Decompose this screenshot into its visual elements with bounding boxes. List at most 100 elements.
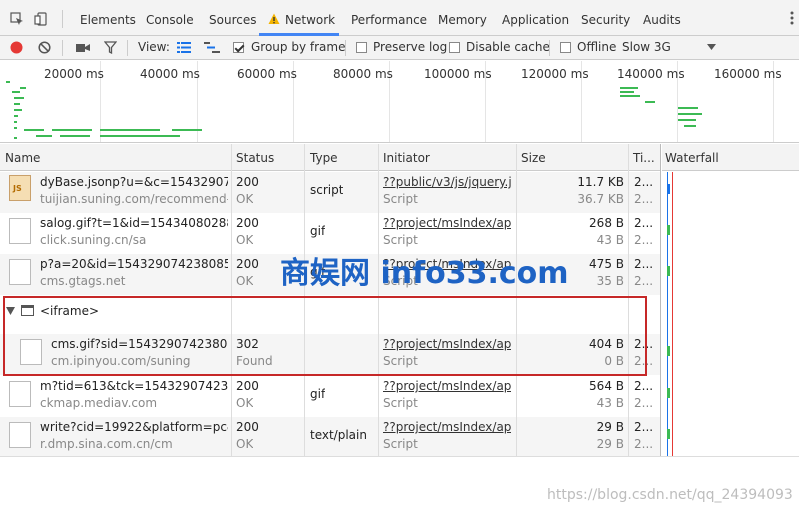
tab-application[interactable]: Application — [502, 13, 569, 27]
dom-content-loaded-line — [667, 172, 668, 456]
column-size[interactable]: Size — [521, 151, 546, 165]
tab-sources[interactable]: Sources — [209, 13, 256, 27]
initiator-link[interactable]: ??project/msIndex/api... — [383, 216, 511, 230]
disable-cache-checkbox[interactable] — [449, 42, 460, 53]
overview-bar — [14, 121, 17, 123]
overview-bar — [100, 129, 160, 131]
table-row[interactable]: m?tid=613&tck=1543290742380... ckmap.med… — [0, 376, 660, 417]
overview-tick-label: 80000 ms — [333, 67, 393, 81]
status-text: OK — [236, 233, 254, 247]
throttle-select[interactable]: Slow 3G — [622, 40, 671, 54]
warning-icon — [268, 13, 280, 24]
camera-icon[interactable] — [76, 42, 90, 53]
tab-audits[interactable]: Audits — [643, 13, 681, 27]
devtools-tabbar: Elements Console Sources Network Perform… — [0, 0, 799, 36]
column-type[interactable]: Type — [310, 151, 338, 165]
network-toolbar: View: Group by frame Preserve log Disabl… — [0, 36, 799, 60]
more-options-icon[interactable] — [790, 10, 794, 26]
tab-security[interactable]: Security — [581, 13, 630, 27]
overview-tick-label: 100000 ms — [424, 67, 492, 81]
device-toolbar-icon[interactable] — [34, 12, 48, 26]
request-time: 2... — [634, 216, 654, 230]
initiator-type: Script — [383, 396, 418, 410]
resource-size: 29 B — [596, 437, 624, 451]
initiator-link[interactable]: ??project/msIndex/api... — [383, 379, 511, 393]
status-text: OK — [236, 192, 254, 206]
toolbar-divider — [345, 40, 346, 56]
request-type: gif — [310, 387, 326, 401]
initiator-link[interactable]: ??project/msIndex/api... — [383, 420, 511, 434]
inspect-element-icon[interactable] — [10, 12, 24, 26]
initiator-type: Script — [383, 437, 418, 451]
image-file-icon — [9, 218, 31, 244]
tab-memory[interactable]: Memory — [438, 13, 487, 27]
column-waterfall[interactable]: Waterfall — [665, 151, 719, 165]
waterfall-panel[interactable] — [662, 172, 799, 456]
status-code: 200 — [236, 216, 259, 230]
overview-bar — [6, 81, 10, 83]
overview-bar — [14, 115, 18, 117]
record-icon[interactable] — [10, 41, 23, 54]
request-name: write?cid=19922&platform=pc&s... — [40, 420, 228, 434]
group-by-frame-checkbox[interactable] — [233, 42, 244, 53]
column-status[interactable]: Status — [236, 151, 274, 165]
waterfall-divider[interactable] — [660, 144, 661, 456]
overview-bar — [14, 97, 24, 99]
waterfall-bar — [667, 266, 670, 276]
table-row[interactable]: write?cid=19922&platform=pc&s... r.dmp.s… — [0, 417, 660, 458]
overview-icon[interactable] — [204, 42, 220, 53]
overview-bar — [620, 87, 638, 89]
csdn-watermark: https://blog.csdn.net/qq_24394093 — [547, 487, 793, 503]
overview-tick-label: 140000 ms — [617, 67, 685, 81]
waterfall-bar — [667, 388, 670, 398]
offline-checkbox[interactable] — [560, 42, 571, 53]
resource-size: 43 B — [596, 396, 624, 410]
preserve-log-checkbox[interactable] — [356, 42, 367, 53]
transfer-size: 564 B — [589, 379, 624, 393]
table-row[interactable]: JS dyBase.jsonp?u=&c=1543290742... tuiji… — [0, 172, 660, 213]
toolbar-divider — [549, 40, 550, 56]
image-file-icon — [9, 259, 31, 285]
request-time: 2... — [634, 257, 654, 271]
overview-bar — [14, 137, 17, 139]
tab-console[interactable]: Console — [146, 13, 194, 27]
chevron-down-icon[interactable] — [707, 44, 716, 50]
empty-area — [0, 456, 799, 515]
tab-network[interactable]: Network — [285, 13, 335, 27]
group-by-frame-label: Group by frame — [251, 40, 346, 54]
column-initiator[interactable]: Initiator — [383, 151, 430, 165]
initiator-link[interactable]: ??public/v3/js/jquery.j... — [383, 175, 511, 189]
overview-bar — [678, 107, 698, 109]
tab-elements[interactable]: Elements — [80, 13, 136, 27]
request-latency: 2... — [634, 396, 654, 410]
column-name[interactable]: Name — [5, 151, 40, 165]
request-table-header: Name Status Type Initiator Size Ti... — [0, 144, 660, 171]
waterfall-bar — [667, 429, 670, 439]
request-domain: r.dmp.sina.com.cn/cm — [40, 437, 173, 451]
request-latency: 2... — [634, 437, 654, 451]
initiator-type: Script — [383, 192, 418, 206]
overview-bar — [100, 135, 180, 137]
resource-size: 36.7 KB — [577, 192, 624, 206]
waterfall-header: Waterfall — [662, 144, 799, 171]
overview-bar — [20, 87, 26, 89]
overview-bar — [14, 103, 20, 105]
site-watermark: 商娱网 info33.com — [280, 256, 569, 291]
filter-icon[interactable] — [104, 41, 117, 54]
iframe-highlight-box — [3, 296, 647, 376]
clear-icon[interactable] — [38, 41, 51, 54]
overview-bar — [24, 129, 44, 131]
tab-performance[interactable]: Performance — [351, 13, 427, 27]
load-event-line — [672, 172, 673, 456]
overview-bar — [172, 129, 202, 131]
large-rows-icon[interactable] — [177, 42, 191, 53]
request-name: dyBase.jsonp?u=&c=1543290742... — [40, 175, 228, 189]
request-latency: 2... — [634, 192, 654, 206]
network-overview[interactable]: 20000 ms 40000 ms 60000 ms 80000 ms 1000… — [0, 61, 799, 143]
status-code: 200 — [236, 257, 259, 271]
overview-tick-label: 60000 ms — [237, 67, 297, 81]
waterfall-bar — [667, 225, 670, 235]
request-latency: 2... — [634, 233, 654, 247]
resource-size: 43 B — [596, 233, 624, 247]
column-time[interactable]: Ti... — [633, 151, 655, 165]
